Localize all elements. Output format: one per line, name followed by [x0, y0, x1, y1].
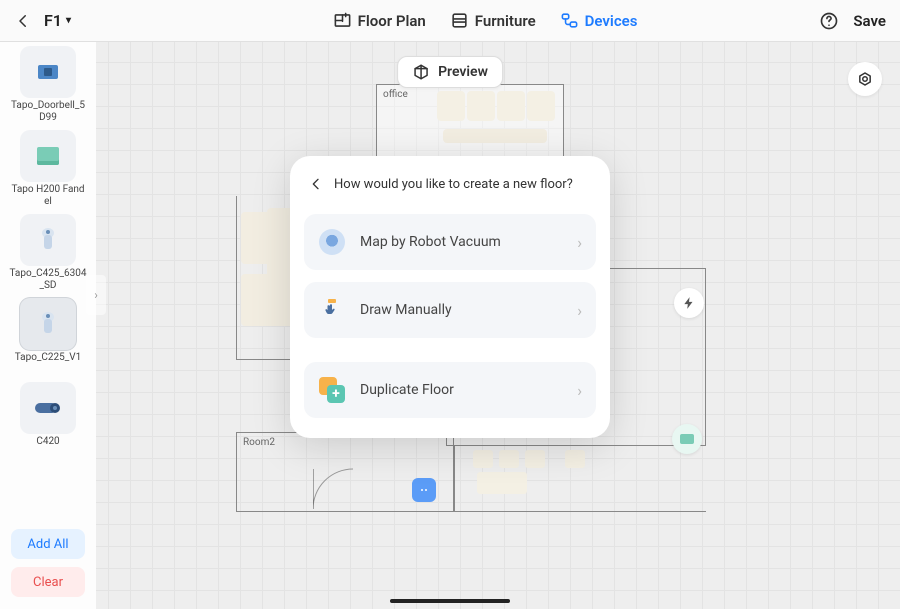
- floor-label: F1: [44, 11, 62, 30]
- topbar-left: F1: [14, 11, 194, 30]
- dining-area: [454, 446, 706, 512]
- device-item[interactable]: C420: [9, 382, 87, 460]
- preview-label: Preview: [438, 64, 488, 80]
- back-icon[interactable]: [14, 12, 32, 30]
- tab-furniture-label: Furniture: [475, 12, 536, 30]
- device-item[interactable]: Tapo_C425_6304_SD: [9, 214, 87, 292]
- topbar-tabs: Floor Plan Furniture Devices: [194, 7, 776, 34]
- device-item[interactable]: Tapo_Doorbell_5D99: [9, 46, 87, 124]
- device-thumb: [20, 46, 76, 98]
- duplicate-icon: +: [318, 376, 346, 404]
- devices-icon: [560, 11, 579, 30]
- device-label: Tapo_C225_V1: [15, 352, 82, 376]
- tab-furniture[interactable]: Furniture: [444, 7, 542, 34]
- top-bar: F1 Floor Plan Furniture Devices Save: [0, 0, 900, 42]
- modal-option-label: Duplicate Floor: [360, 382, 563, 398]
- gear-icon: [856, 70, 874, 88]
- modal-option-label: Draw Manually: [360, 302, 563, 318]
- modal-option[interactable]: Draw Manually ›: [304, 282, 596, 338]
- preview-icon: [412, 63, 430, 81]
- device-item[interactable]: Tapo_C225_V1: [9, 298, 87, 376]
- modal-title: How would you like to create a new floor…: [334, 177, 573, 192]
- modal-back-icon[interactable]: [308, 176, 324, 192]
- device-sidebar: Tapo_Doorbell_5D99 Tapo H200 Fandel Tapo_C…: [0, 42, 96, 609]
- device-label: Tapo H200 Fandel: [9, 184, 87, 208]
- chevron-right-icon: ›: [577, 301, 582, 320]
- device-label: C420: [36, 436, 59, 460]
- chevron-right-icon: ›: [577, 233, 582, 252]
- tab-devices[interactable]: Devices: [554, 7, 644, 34]
- chevron-right-icon: ›: [577, 381, 582, 400]
- device-label: Tapo_C425_6304_SD: [9, 268, 87, 292]
- device-marker-outlet[interactable]: [412, 478, 436, 502]
- furniture-icon: [450, 11, 469, 30]
- floor-plan-icon: [333, 11, 352, 30]
- save-button[interactable]: Save: [853, 12, 886, 30]
- clear-button[interactable]: Clear: [11, 567, 85, 597]
- room-office-label: office: [383, 89, 408, 100]
- tab-floor-plan[interactable]: Floor Plan: [327, 7, 432, 34]
- floor-selector[interactable]: F1: [44, 11, 71, 30]
- add-all-button[interactable]: Add All: [11, 529, 85, 559]
- device-list: Tapo_Doorbell_5D99 Tapo H200 Fandel Tapo_C…: [6, 46, 90, 529]
- modal-header: How would you like to create a new floor…: [304, 176, 596, 192]
- device-thumb: [20, 214, 76, 266]
- canvas-settings-button[interactable]: [848, 62, 882, 96]
- device-thumb: [20, 130, 76, 182]
- modal-option-label: Map by Robot Vacuum: [360, 234, 563, 250]
- preview-button[interactable]: Preview: [397, 56, 503, 88]
- device-item[interactable]: Tapo H200 Fandel: [9, 130, 87, 208]
- room-two-label: Room2: [243, 437, 275, 448]
- device-thumb: [20, 382, 76, 434]
- sidebar-expand-button[interactable]: ›: [86, 275, 106, 315]
- tab-devices-label: Devices: [585, 12, 638, 30]
- tab-floor-plan-label: Floor Plan: [358, 12, 426, 30]
- device-thumb: [20, 298, 76, 350]
- device-marker-hub[interactable]: [672, 424, 702, 454]
- help-icon[interactable]: [819, 11, 839, 31]
- new-floor-modal: How would you like to create a new floor…: [290, 156, 610, 438]
- device-marker-energy[interactable]: [674, 288, 704, 318]
- device-label: Tapo_Doorbell_5D99: [9, 100, 87, 124]
- modal-option[interactable]: + Duplicate Floor ›: [304, 362, 596, 418]
- home-indicator: [390, 599, 510, 603]
- robot-icon: [318, 228, 346, 256]
- modal-option[interactable]: Map by Robot Vacuum ›: [304, 214, 596, 270]
- hand-icon: [318, 296, 346, 324]
- topbar-right: Save: [776, 11, 886, 31]
